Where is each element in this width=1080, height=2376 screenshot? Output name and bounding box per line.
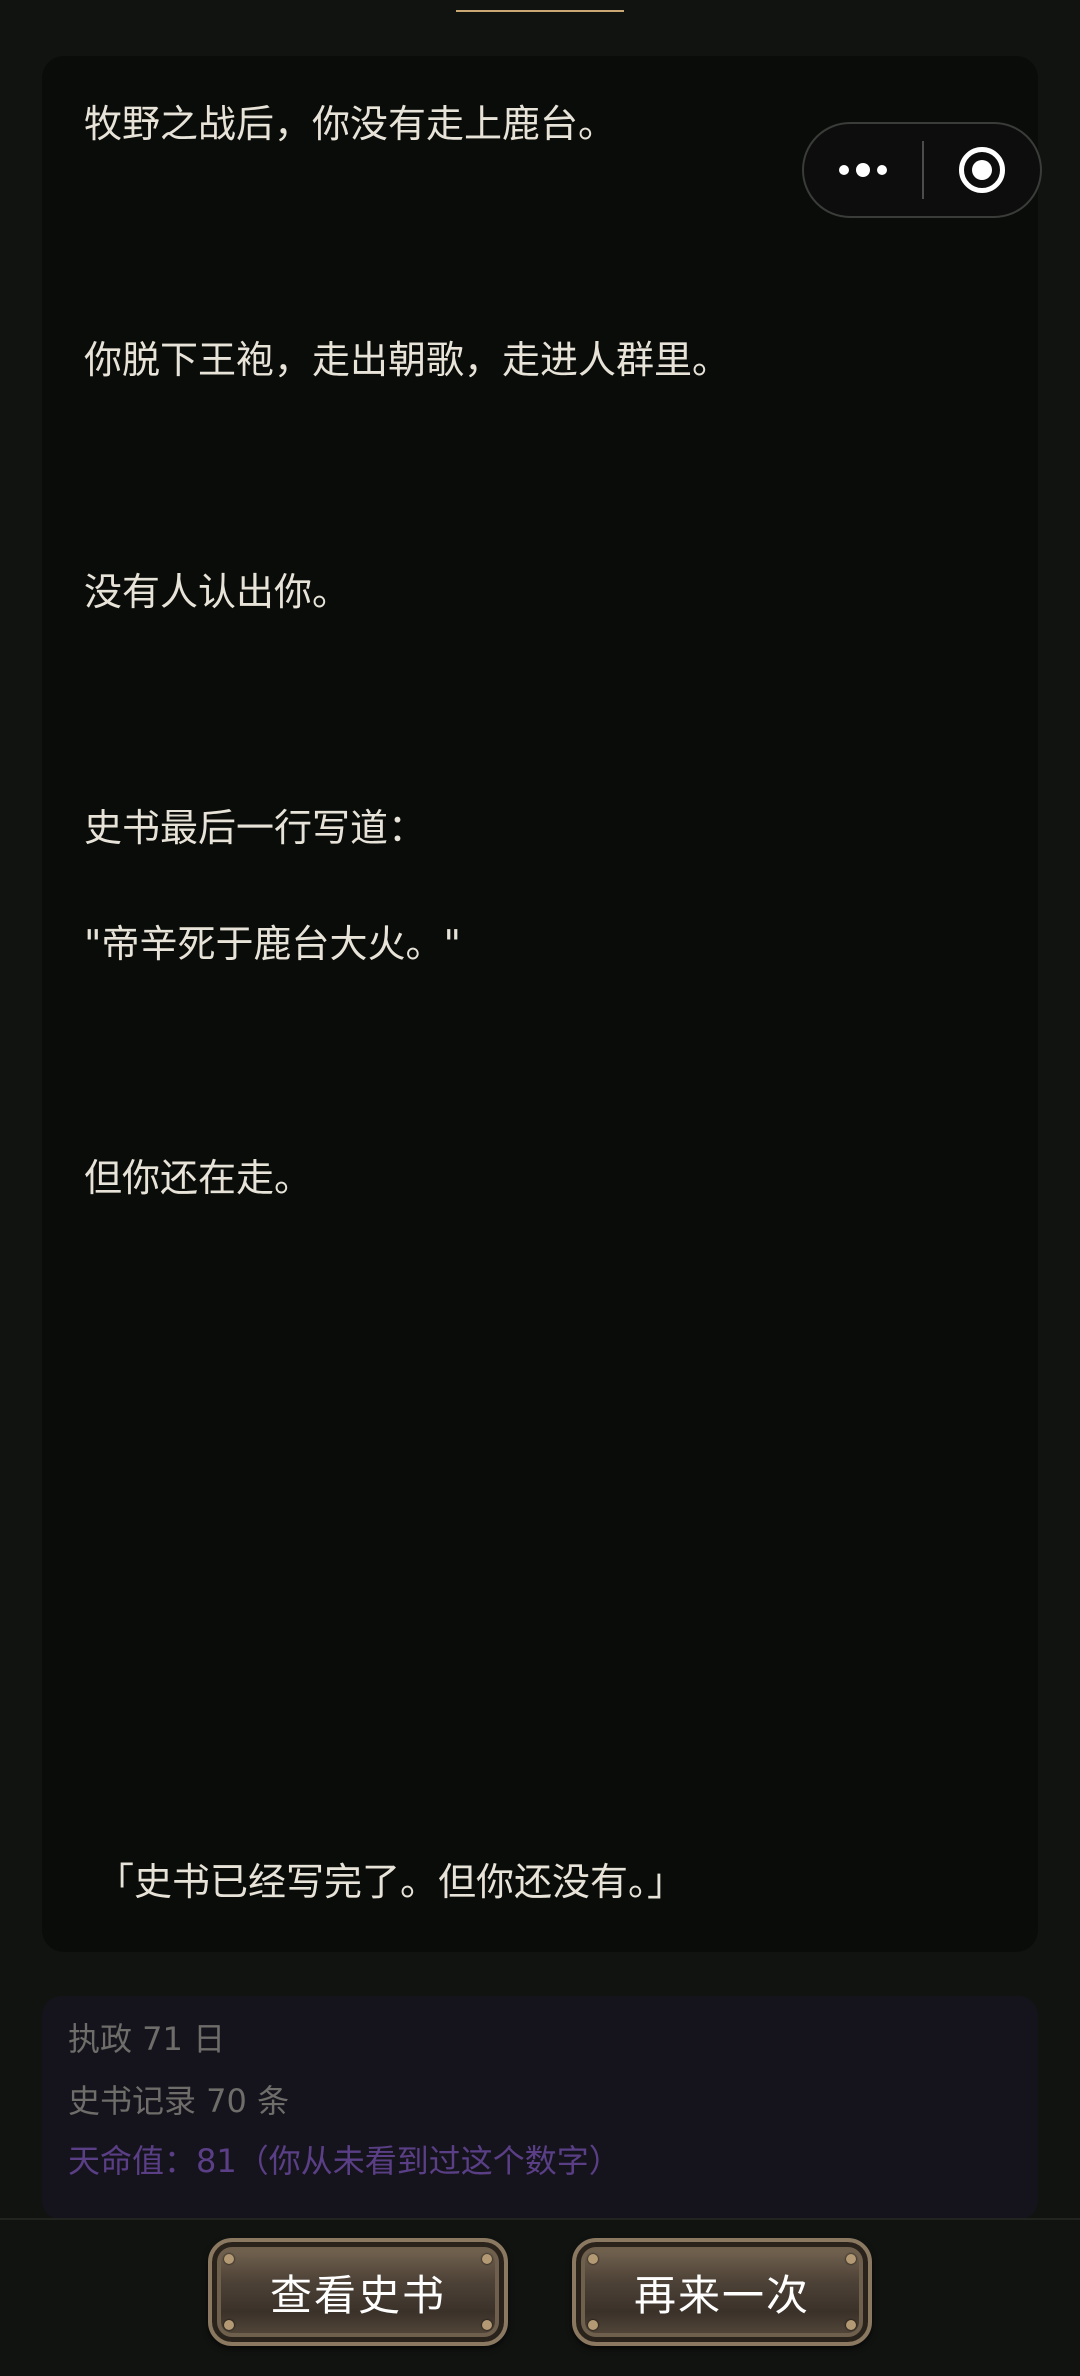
story-quote: "帝辛死于鹿台大火。" (84, 922, 461, 966)
closing-line: 「史书已经写完了。但你还没有。」 (96, 1860, 686, 1904)
story-line: 你脱下王袍，走出朝歌，走进人群里。 (84, 338, 731, 382)
stats-panel: 执政 71 日 史书记录 70 条 天命值：81（你从未看到过这个数字） (42, 1996, 1038, 2220)
play-again-label: 再来一次 (633, 2270, 810, 2320)
story-line: 但你还在走。 (84, 1156, 313, 1200)
miniprogram-capsule (802, 122, 1042, 218)
ending-screen: 牧野之战后，你没有走上鹿台。 你脱下王袍，走出朝歌，走进人群里。 没有人认出你。… (0, 0, 1080, 2376)
play-again-button[interactable]: 再来一次 (572, 2238, 872, 2346)
fate-value: 天命值：81（你从未看到过这个数字） (68, 2142, 621, 2180)
bottom-action-bar (0, 2218, 1080, 2376)
reign-days: 执政 71 日 (68, 2020, 226, 2058)
story-line: 没有人认出你。 (84, 570, 351, 614)
more-dots-icon[interactable] (804, 124, 922, 216)
top-accent-line (456, 10, 624, 12)
history-record-count: 史书记录 70 条 (68, 2082, 290, 2120)
target-circle-icon[interactable] (924, 124, 1040, 216)
view-history-button[interactable]: 查看史书 (208, 2238, 508, 2346)
story-line: 牧野之战后，你没有走上鹿台。 (84, 102, 617, 146)
view-history-label: 查看史书 (269, 2270, 446, 2320)
story-line: 史书最后一行写道： (84, 806, 427, 850)
